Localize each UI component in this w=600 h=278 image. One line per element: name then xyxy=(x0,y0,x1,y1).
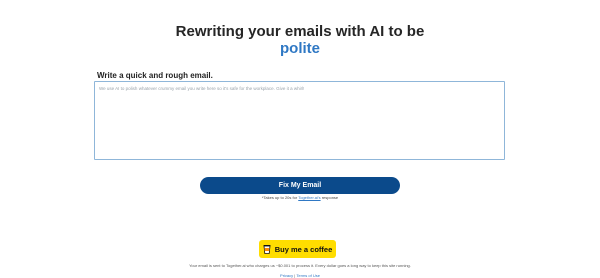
coffee-label: Buy me a coffee xyxy=(274,244,333,254)
fix-my-email-button[interactable]: Fix My Email xyxy=(200,177,400,194)
response-time-note: *Takes up to 20s for Together.ai's respo… xyxy=(0,195,600,200)
coffee-cup-icon xyxy=(263,245,271,254)
email-input-label: Write a quick and rough email. xyxy=(97,71,213,80)
buy-me-a-coffee-button[interactable]: Buy me a coffee xyxy=(259,240,336,258)
email-textarea[interactable] xyxy=(94,81,505,160)
page-title: Rewriting your emails with AI to be poli… xyxy=(0,23,600,57)
title-accent-word: polite xyxy=(280,40,320,57)
note-prefix: *Takes up to 20s for xyxy=(261,195,299,200)
note-suffix: response xyxy=(320,195,339,200)
together-ai-link[interactable]: Together.ai's xyxy=(298,195,320,200)
footer-links: Privacy | Terms of Use xyxy=(0,273,600,278)
terms-link[interactable]: Terms of Use xyxy=(296,273,320,278)
privacy-link[interactable]: Privacy xyxy=(280,273,293,278)
title-line: Rewriting your emails with AI to be xyxy=(175,23,425,40)
footer-disclaimer: Your email is sent to Together.ai who ch… xyxy=(189,263,411,268)
